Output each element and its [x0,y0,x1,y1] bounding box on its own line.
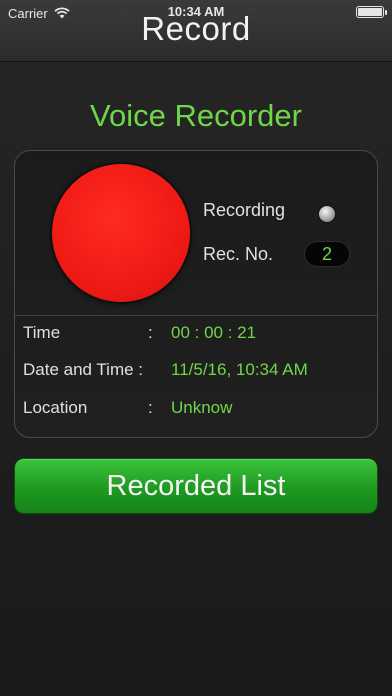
recording-indicator-icon [319,206,335,222]
screen: Carrier 10:34 AM Record Voice Recorder R… [0,0,392,696]
panel-divider [15,315,377,316]
recording-label: Recording [203,200,286,220]
app-title: Voice Recorder [90,98,302,133]
datetime-row: Date and Time : 11/5/16, 10:34 AM [23,360,363,384]
time-row: Time : 00 : 00 : 21 [23,323,363,347]
location-row: Location : Unknow [23,398,363,422]
time-value: 00 : 00 : 21 [171,323,257,342]
navigation-bar: Carrier 10:34 AM Record [0,0,392,62]
datetime-label: Date and Time : [23,360,144,379]
recorder-panel: Recording Rec. No. 2 Time : 00 : 00 : 21… [14,150,378,438]
datetime-value: 11/5/16, 10:34 AM [171,360,308,379]
rec-no-label: Rec. No. [203,244,274,264]
record-button[interactable] [52,164,190,302]
location-colon: : [148,398,153,417]
location-label: Location [23,398,88,417]
page-title: Record [141,10,251,47]
rec-no-badge: 2 [304,241,350,267]
time-label: Time [23,323,61,342]
recorded-list-button[interactable]: Recorded List [14,458,378,514]
location-value: Unknow [171,398,233,417]
time-colon: : [148,323,153,342]
